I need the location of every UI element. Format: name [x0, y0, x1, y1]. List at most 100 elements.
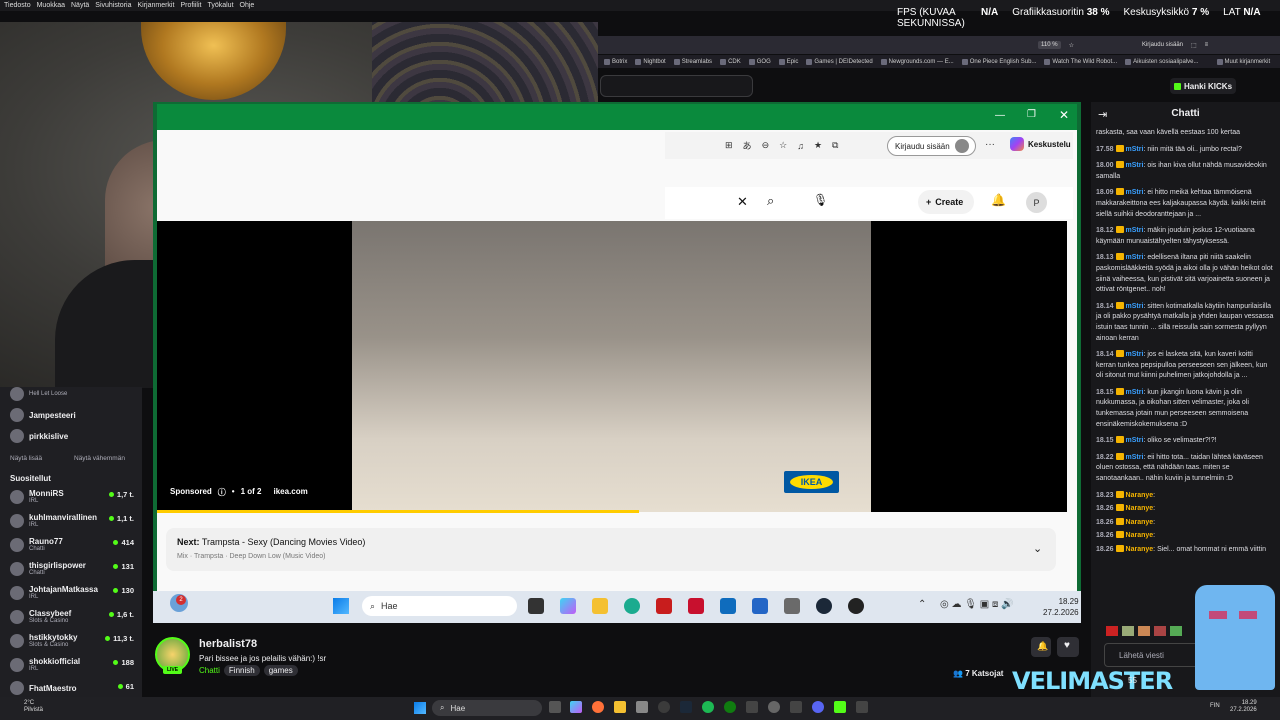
steam-icon[interactable] [816, 598, 832, 614]
language-indicator[interactable]: FIN [1210, 703, 1220, 709]
menu-item[interactable]: Tiedosto [4, 2, 31, 9]
app-icon-2[interactable] [848, 598, 864, 614]
app-icon[interactable] [746, 701, 758, 713]
bookmark-item[interactable]: Newgrounds.com — E... [881, 59, 954, 65]
emote-icon[interactable] [1138, 626, 1150, 636]
bookmark-item[interactable]: Muut kirjanmerkit [1217, 59, 1271, 65]
show-more-link[interactable]: Näytä lisää [10, 455, 42, 462]
microphone-icon[interactable]: 🎙 [813, 193, 828, 207]
create-button[interactable]: + Create [918, 190, 974, 214]
bookmark-item[interactable]: Games | DEIDetected [806, 59, 872, 65]
chat-username[interactable]: Naranye [1126, 519, 1154, 526]
zoom-level[interactable]: 110 % [1038, 41, 1061, 49]
follow-button[interactable]: ♥ [1057, 637, 1079, 657]
chat-username[interactable]: Naranye [1126, 532, 1154, 539]
menu-item[interactable]: Työkalut [207, 2, 233, 9]
bookmark-item[interactable]: One Piece English Sub... [962, 59, 1037, 65]
task-view-icon[interactable] [549, 701, 561, 713]
info-icon[interactable]: ⓘ [218, 487, 226, 498]
close-window-icon[interactable]: ✕ [1059, 108, 1069, 122]
steam-icon[interactable] [680, 701, 692, 713]
outlook-icon[interactable] [720, 598, 736, 614]
bookmark-item[interactable]: Streamlabs [674, 59, 712, 65]
menu-item[interactable]: Näytä [71, 2, 89, 9]
translate-icon[interactable]: あ [743, 139, 752, 152]
copilot-app-icon[interactable] [570, 701, 582, 713]
menu-icon[interactable]: ≡ [1205, 42, 1209, 48]
windows-start-icon[interactable] [333, 598, 349, 614]
chat-username[interactable]: mStri [1126, 162, 1144, 169]
account-avatar[interactable]: P [1026, 192, 1047, 213]
emote-icon[interactable] [1122, 626, 1134, 636]
favorites-icon[interactable]: ★ [814, 140, 822, 151]
more-icon[interactable]: ··· [985, 139, 995, 150]
chat-username[interactable]: mStri [1126, 351, 1144, 358]
taskbar-clock[interactable]: 18.29 27.2.2026 [1230, 700, 1257, 714]
restore-icon[interactable]: ❐ [1027, 109, 1036, 120]
file-explorer-icon[interactable] [614, 701, 626, 713]
sidebar-channel[interactable]: MonniRS IRL 1,7 t. [10, 489, 134, 504]
xbox-icon[interactable] [724, 701, 736, 713]
chat-username[interactable]: mStri [1126, 389, 1144, 396]
inner-search-box[interactable]: ⌕ Hae [362, 596, 517, 616]
minimize-icon[interactable]: — [995, 110, 1005, 121]
app-icon-4[interactable] [856, 701, 868, 713]
chat-username[interactable]: mStri [1126, 454, 1144, 461]
chat-username[interactable]: mStri [1126, 227, 1144, 234]
bookmark-item[interactable]: Aikuisten sosiaalipalve... [1125, 59, 1198, 65]
notify-button[interactable]: 🔔 [1031, 637, 1051, 657]
task-view-icon[interactable] [528, 598, 544, 614]
sidebar-channel[interactable]: kuhlmanvirallinen IRL 1,1 t. [10, 513, 134, 528]
emote-icon[interactable] [1106, 626, 1118, 636]
apps-icon[interactable]: ⊞ [725, 140, 733, 151]
next-video-panel[interactable] [166, 528, 1056, 571]
bookmark-item[interactable]: Nightbot [635, 59, 665, 65]
search-icon[interactable]: ⌕ [767, 193, 774, 209]
app-icon[interactable] [784, 598, 800, 614]
copilot-app-icon[interactable] [560, 598, 576, 614]
chat-username[interactable]: mStri [1126, 303, 1144, 310]
weather-widget[interactable]: 2°C Pilvistä [24, 700, 43, 714]
sidebar-channel[interactable]: FhatMaestro 61 [10, 681, 134, 695]
menu-item[interactable]: Ohje [240, 2, 255, 9]
chat-username[interactable]: mStri [1126, 189, 1144, 196]
chat-username[interactable]: mStri [1126, 437, 1144, 444]
sidebar-channel[interactable]: JohtajanMatkassa IRL 130 [10, 585, 134, 600]
chat-username[interactable]: mStri [1126, 146, 1144, 153]
ad-domain[interactable]: ikea.com [274, 487, 308, 498]
bookmark-item[interactable]: Epic [779, 59, 799, 65]
file-explorer-icon[interactable] [592, 598, 608, 614]
chevron-down-icon[interactable]: ⌄ [1033, 542, 1042, 555]
app-icon-3[interactable] [790, 701, 802, 713]
tag-chip[interactable]: Finnish [223, 665, 260, 676]
bookmark-item[interactable]: GOG [749, 59, 771, 65]
chat-username[interactable]: Naranye [1126, 492, 1154, 499]
site-search-input[interactable] [600, 75, 753, 97]
windows-start-icon[interactable] [414, 702, 426, 714]
menu-item[interactable]: Kirjanmerkit [137, 2, 174, 9]
menu-item[interactable]: Sivuhistoria [95, 2, 131, 9]
kick-icon[interactable] [834, 701, 846, 713]
inner-clock[interactable]: 18.29 27.2.2026 [1043, 596, 1079, 618]
chat-username[interactable]: Naranye [1126, 505, 1154, 512]
store-icon[interactable] [752, 598, 768, 614]
copilot-chat-button[interactable]: Keskustelu [1010, 137, 1071, 151]
emote-icon[interactable] [1170, 626, 1182, 636]
sidebar-channel[interactable]: pirkkislive [10, 429, 134, 443]
l-app-icon[interactable] [656, 598, 672, 614]
bookmark-item[interactable]: CDK [720, 59, 741, 65]
taskbar-search[interactable]: ⌕ Hae [432, 700, 542, 716]
category-link[interactable]: Chatti [199, 666, 220, 675]
tray-icons[interactable]: ◎ ☁ 🎙 ▣ ⧈ 🔊 [940, 599, 1014, 610]
music-icon[interactable]: ♫ [797, 141, 804, 151]
sidebar-channel[interactable]: thisgirlispower Chatti 131 [10, 561, 134, 576]
bookmark-item[interactable]: Botrix [604, 59, 627, 65]
tray-chevron-icon[interactable]: ⌃ [918, 599, 926, 610]
sidebar-channel[interactable]: shokkiofficial IRL 188 [10, 657, 134, 672]
firefox-icon[interactable] [592, 701, 604, 713]
chat-username[interactable]: mStri [1126, 254, 1144, 261]
menu-item[interactable]: Muokkaa [37, 2, 65, 9]
browser-signin[interactable]: Kirjaudu sisään [1142, 42, 1183, 48]
sidebar-channel[interactable]: Hell Let Loose [10, 387, 134, 401]
chat-username[interactable]: Naranye [1126, 546, 1154, 553]
